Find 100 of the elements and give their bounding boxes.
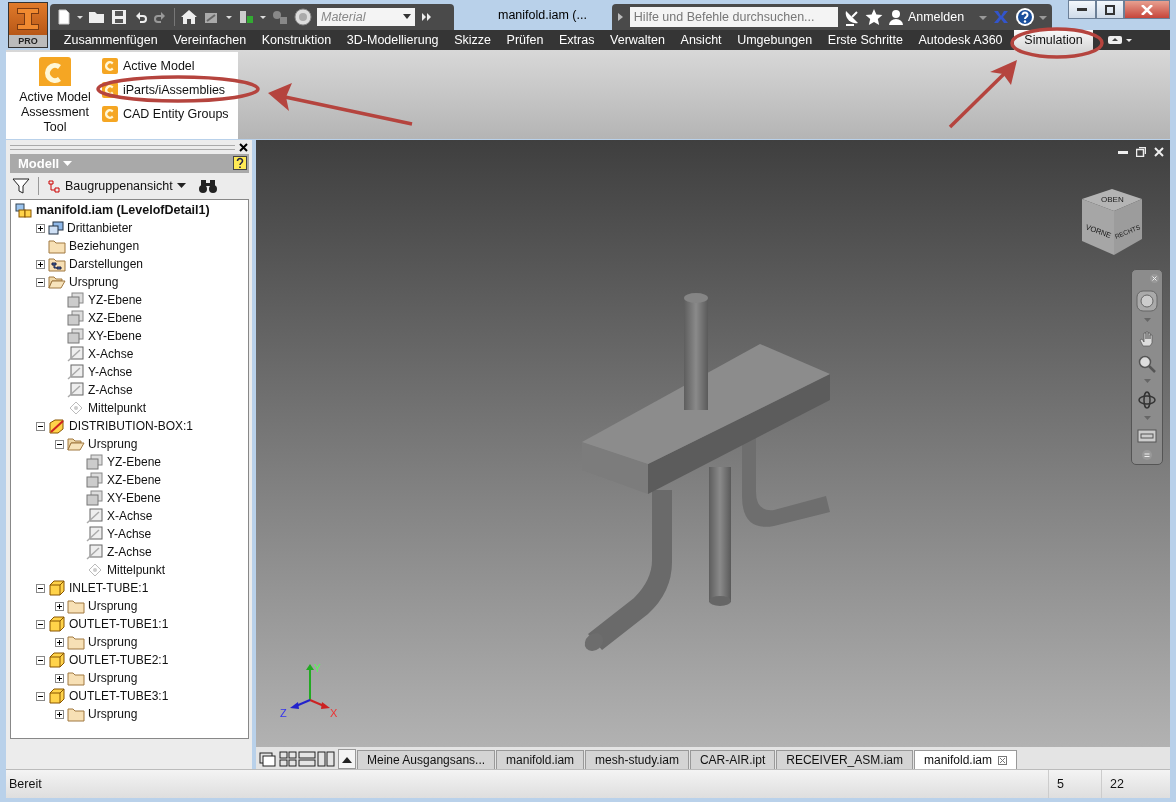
tile-windows-icon[interactable] [279,751,297,767]
tree-item[interactable]: Ursprung [87,635,138,649]
expander-icon[interactable] [54,673,64,683]
ribbon-tab[interactable]: Skizze [446,30,499,50]
expander-icon[interactable] [35,421,45,431]
horizontal-split-icon[interactable] [298,751,316,767]
ribbon-tab[interactable]: Prüfen [498,30,552,50]
restore-icon[interactable] [1136,147,1146,157]
hand-icon[interactable] [1138,329,1156,348]
play-icon[interactable] [617,11,625,23]
ribbon-tab[interactable]: 3D-Modellierung [339,30,447,50]
save-icon[interactable] [111,9,127,25]
view-dropdown[interactable]: Baugruppenansicht [47,179,186,193]
tree-item[interactable]: Z-Achse [106,545,152,559]
home-icon[interactable] [180,9,198,25]
document-tab[interactable]: RECEIVER_ASM.iam [776,750,913,769]
search-field[interactable]: Hilfe und Befehle durchsuchen... [629,7,838,27]
binoculars-icon[interactable] [197,178,218,194]
tab-list-button[interactable] [338,749,356,769]
tree-item[interactable]: XZ-Ebene [87,311,143,325]
tree-item[interactable]: Ursprung [87,599,138,613]
document-tab[interactable]: CAR-AIR.ipt [689,750,776,769]
expander-icon[interactable] [35,691,45,701]
new-file-icon[interactable] [56,9,72,25]
ribbon-tab[interactable]: Extras [551,30,603,50]
ribbon-tab[interactable]: Konstruktion [254,30,340,50]
close-button[interactable] [1124,0,1170,19]
ribbon-tab[interactable]: Umgebungen [729,30,820,50]
ribbon-button[interactable]: Active Model [102,57,229,75]
tree-item[interactable]: Ursprung [87,707,138,721]
tree-item[interactable]: INLET-TUBE:1 [68,581,149,595]
help-icon[interactable] [233,156,247,171]
tree-item[interactable]: Darstellungen [68,257,144,271]
tree-item[interactable]: OUTLET-TUBE3:1 [68,689,169,703]
view-frame-icon[interactable] [1137,427,1157,444]
minimize-icon[interactable] [1118,150,1128,154]
ribbon-tab[interactable]: Verwalten [602,30,673,50]
caret-icon[interactable] [403,14,411,20]
tree-item[interactable]: YZ-Ebene [106,455,162,469]
tree-item[interactable]: Y-Achse [106,527,152,541]
tree-item[interactable]: Ursprung [87,671,138,685]
application-menu-button[interactable]: PRO [8,2,48,48]
tree-item[interactable]: Mittelpunkt [87,401,147,415]
document-tab[interactable]: manifold.iam [913,750,1017,769]
tree-item[interactable]: DISTRIBUTION-BOX:1 [68,419,193,433]
ribbon-tab[interactable]: Vereinfachen [165,30,254,50]
ribbon-tab[interactable]: Zusammenfügen [56,30,166,50]
tree-item[interactable]: X-Achse [87,347,134,361]
help-icon[interactable] [1014,7,1035,27]
ribbon-tab[interactable]: Erste Schritte [820,30,911,50]
tree-item[interactable]: X-Achse [106,509,153,523]
tree-item[interactable]: Y-Achse [87,365,133,379]
steering-wheel-icon[interactable] [1136,289,1158,312]
ribbon-tab[interactable]: Ansicht [672,30,730,50]
expander-icon[interactable] [35,655,45,665]
menu-icon[interactable] [1142,449,1152,460]
orbit-icon[interactable] [1138,390,1156,409]
vertical-split-icon[interactable] [317,751,335,767]
large-ribbon-button[interactable]: Active Model Assessment Tool [8,56,102,135]
close-icon[interactable] [239,142,248,152]
tree-item[interactable]: YZ-Ebene [87,293,143,307]
expander-icon[interactable] [35,223,45,233]
expander-icon[interactable] [35,259,45,269]
material-sphere-icon[interactable] [294,8,312,26]
tree-item[interactable]: Beziehungen [68,239,140,253]
expander-icon[interactable] [54,709,64,719]
sign-in-button[interactable]: Anmelden [887,9,975,25]
tree-item[interactable]: Z-Achse [87,383,133,397]
expander-icon[interactable] [35,277,45,287]
maximize-button[interactable] [1096,0,1124,19]
filter-icon[interactable] [12,178,30,194]
expander-icon[interactable] [54,601,64,611]
shapes-icon[interactable] [271,9,289,25]
tree-item[interactable]: Mittelpunkt [106,563,166,577]
expander-icon[interactable] [54,637,64,647]
zoom-icon[interactable] [1138,354,1156,373]
document-tab[interactable]: manifold.iam [496,750,585,769]
folder-open-icon[interactable] [88,9,106,25]
minimize-button[interactable] [1068,0,1096,19]
document-tab[interactable]: mesh-study.iam [585,750,689,769]
expander-icon[interactable] [54,439,64,449]
document-tab[interactable]: Meine Ausgangsans... [357,750,496,769]
tree-item[interactable]: XY-Ebene [106,491,161,505]
tree-item[interactable]: OUTLET-TUBE2:1 [68,653,169,667]
ribbon-toggle-icon[interactable] [1106,34,1133,46]
expander-icon[interactable] [35,583,45,593]
star-icon[interactable] [865,8,883,26]
tree-item[interactable]: Ursprung [68,275,119,289]
ribbon-tab[interactable]: Autodesk A360 [910,30,1011,50]
tree-item[interactable]: OUTLET-TUBE1:1 [68,617,169,631]
tree-item[interactable]: Ursprung [87,437,138,451]
tree-item[interactable]: Drittanbieter [66,221,133,235]
cascade-windows-icon[interactable] [258,751,278,767]
expander-icon[interactable] [35,619,45,629]
tree-item[interactable]: XZ-Ebene [106,473,162,487]
tree-item[interactable]: XY-Ebene [87,329,142,343]
expand-icon[interactable] [420,10,434,24]
ribbon-button[interactable]: iParts/iAssemblies [102,81,229,99]
tree-item[interactable]: manifold.iam (LevelofDetail1) [35,203,210,217]
ribbon-button[interactable]: CAD Entity Groups [102,105,229,123]
